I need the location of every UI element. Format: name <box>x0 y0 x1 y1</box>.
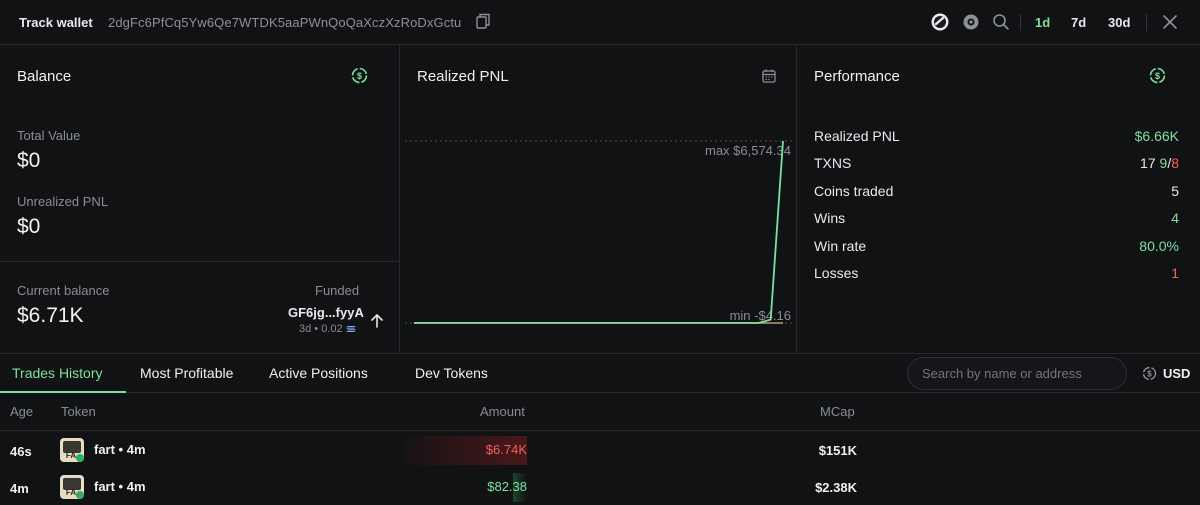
dollar-cycle-icon[interactable]: $ <box>1149 67 1166 84</box>
performance-title: Performance <box>814 68 900 85</box>
search-input[interactable] <box>907 357 1127 390</box>
trade-mcap: $2.38K <box>815 480 857 495</box>
perf-row-txns: TXNS 17 9/8 <box>814 155 1179 175</box>
tabs-bar: Trades History Most Profitable Active Po… <box>0 353 1200 393</box>
funded-meta: 3d • 0.02 <box>299 323 356 335</box>
perf-label: Coins traded <box>814 183 894 199</box>
perf-label: Losses <box>814 265 859 281</box>
svg-text:FA: FA <box>66 488 76 497</box>
funded-label: Funded <box>315 283 360 298</box>
perf-label: Win rate <box>814 238 867 254</box>
period-1d-button[interactable]: 1d <box>1035 15 1050 30</box>
copy-icon[interactable] <box>476 13 490 29</box>
period-7d-button[interactable]: 7d <box>1071 15 1086 30</box>
perf-row-wins: Wins 4 <box>814 210 1179 230</box>
divider <box>1020 14 1021 31</box>
perf-value: 80.0% <box>1139 238 1179 254</box>
dollar-cycle-icon[interactable]: $ <box>351 67 368 84</box>
perf-value-txns: 17 9/8 <box>1140 155 1179 171</box>
top-bar: Track wallet 2dgFc6PfCq5Yw6Qe7WTDK5aaPWn… <box>0 0 1200 45</box>
funded-meta-text: 3d • 0.02 <box>299 323 343 335</box>
period-30d-button[interactable]: 30d <box>1108 15 1130 30</box>
min-label: min -$4.16 <box>730 308 791 323</box>
perf-row-realized-pnl: Realized PNL $6.66K <box>814 128 1179 148</box>
perf-value: 1 <box>1171 265 1179 281</box>
perf-row-win-rate: Win rate 80.0% <box>814 238 1179 258</box>
txns-sells: 8 <box>1171 155 1179 171</box>
txns-total: 17 <box>1140 155 1156 171</box>
currency-label[interactable]: USD <box>1163 366 1190 381</box>
unrealized-pnl-value: $0 <box>17 215 41 238</box>
total-value: $0 <box>17 149 41 172</box>
trade-age: 46s <box>10 444 32 459</box>
max-label: max $6,574.34 <box>705 143 791 158</box>
divider <box>1146 14 1147 31</box>
perf-value: 5 <box>1171 183 1179 199</box>
perf-label: Realized PNL <box>814 128 900 144</box>
token-avatar: FA <box>60 438 84 462</box>
svg-text:FA: FA <box>66 451 76 460</box>
table-row[interactable]: 46s FA fart • 4m $6.74K $151K <box>0 432 1200 469</box>
tab-trades-history[interactable]: Trades History <box>12 365 103 381</box>
trade-mcap: $151K <box>818 443 857 458</box>
column-age[interactable]: Age <box>10 404 33 419</box>
balance-panel: Balance $ Total Value $0 Unrealized PNL … <box>0 45 400 353</box>
unrealized-pnl-label: Unrealized PNL <box>17 194 109 209</box>
column-amount[interactable]: Amount <box>480 404 525 419</box>
divider <box>0 261 399 262</box>
trade-age: 4m <box>10 481 29 496</box>
performance-panel: Performance $ Realized PNL $6.66K TXNS 1… <box>797 45 1200 353</box>
trade-amount: $6.74K <box>485 442 527 457</box>
svg-text:$: $ <box>1155 71 1160 81</box>
perf-row-coins-traded: Coins traded 5 <box>814 183 1179 203</box>
currency-toggle-icon[interactable]: $ <box>1142 366 1157 381</box>
page-title: Track wallet <box>19 15 93 30</box>
active-tab-indicator <box>0 391 126 393</box>
table-header: Age Token Amount MCap <box>0 394 1200 431</box>
close-icon[interactable] <box>1162 14 1178 30</box>
tab-dev-tokens[interactable]: Dev Tokens <box>415 365 488 381</box>
tab-most-profitable[interactable]: Most Profitable <box>140 365 233 381</box>
balance-title: Balance <box>17 68 72 85</box>
realized-pnl-panel: Realized PNL max $6,574.34 min -$4.16 <box>400 45 797 353</box>
column-token[interactable]: Token <box>61 404 96 419</box>
search-icon[interactable] <box>992 13 1010 31</box>
svg-text:$: $ <box>1147 370 1152 379</box>
current-balance-label: Current balance <box>17 283 110 298</box>
total-value-label: Total Value <box>17 128 81 143</box>
funded-address[interactable]: GF6jg...fyyA <box>288 305 364 320</box>
column-mcap[interactable]: MCap <box>820 404 855 419</box>
pnl-series-line <box>414 140 784 324</box>
target-icon[interactable] <box>962 13 980 31</box>
solana-icon <box>345 326 356 332</box>
trade-amount: $82.38 <box>487 479 527 494</box>
perf-row-losses: Losses 1 <box>814 265 1179 285</box>
table-row[interactable]: 4m FA fart • 4m $82.38 $2.38K <box>0 469 1200 505</box>
current-balance-value: $6.71K <box>17 304 84 327</box>
perf-label: Wins <box>814 210 846 226</box>
token-name[interactable]: fart • 4m <box>94 479 146 494</box>
wallet-address[interactable]: 2dgFc6PfCq5Yw6Qe7WTDK5aaPWnQoQaXczXzRoDx… <box>108 15 461 30</box>
pnl-chart: max $6,574.34 min -$4.16 <box>405 140 792 324</box>
perf-value: $6.66K <box>1134 128 1179 144</box>
arrow-up-icon[interactable] <box>370 313 384 329</box>
token-name[interactable]: fart • 4m <box>94 442 146 457</box>
pump-icon[interactable] <box>931 13 949 31</box>
tab-active-positions[interactable]: Active Positions <box>269 365 368 381</box>
svg-text:$: $ <box>357 71 362 81</box>
perf-label: TXNS <box>814 155 852 171</box>
perf-value: 4 <box>1171 210 1179 226</box>
token-avatar: FA <box>60 475 84 499</box>
